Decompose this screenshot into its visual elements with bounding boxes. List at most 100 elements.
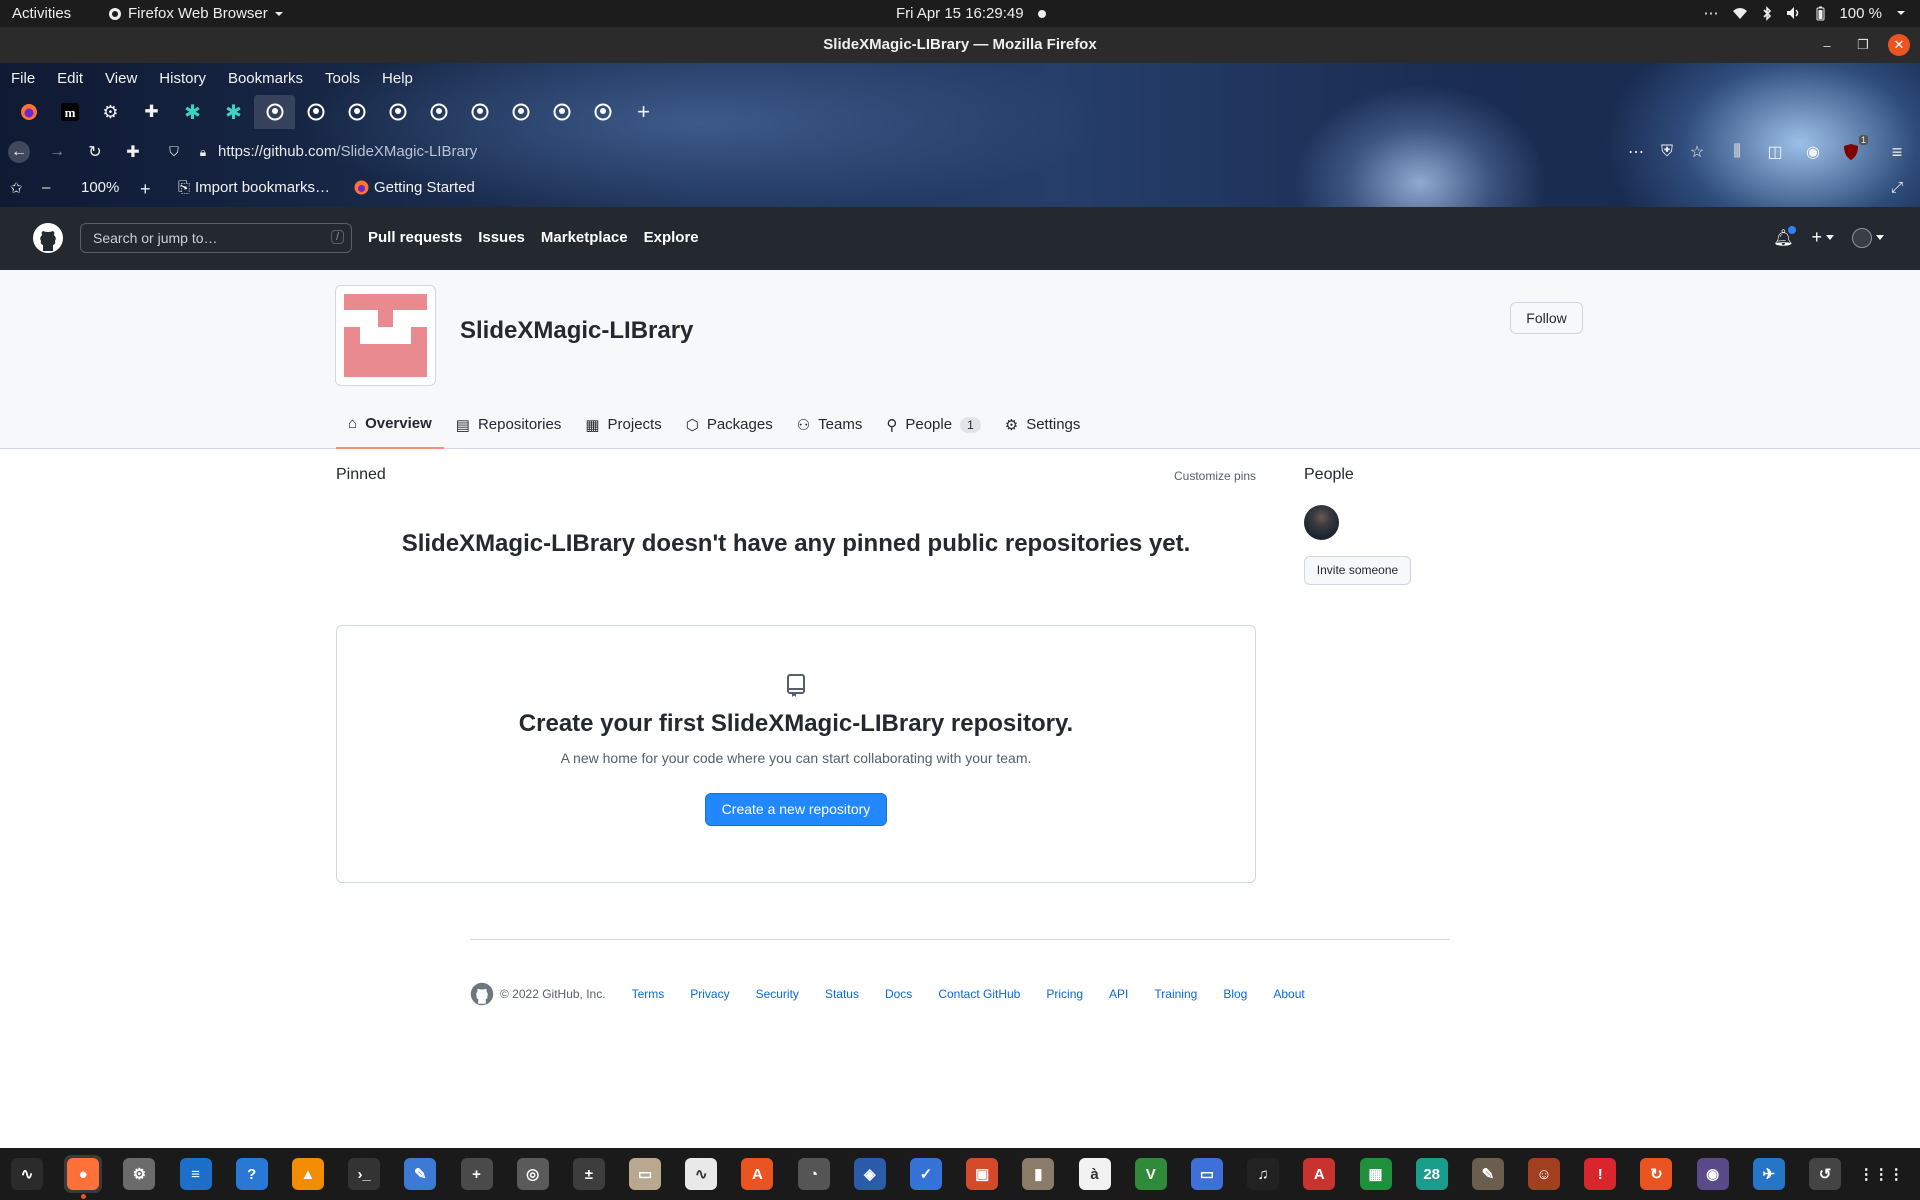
dock-text-editor-icon[interactable]: ✎ <box>401 1155 439 1193</box>
reload-button[interactable]: ↻ <box>84 141 106 163</box>
dock-music-icon[interactable]: ♫ <box>1244 1155 1282 1193</box>
account-icon[interactable]: ◉ <box>1802 141 1824 163</box>
forward-button[interactable]: → <box>46 141 68 163</box>
dock-tasks-icon[interactable]: ✓ <box>907 1155 945 1193</box>
nav-pull-requests[interactable]: Pull requests <box>368 229 462 246</box>
dock-calculator-icon[interactable]: ± <box>570 1155 608 1193</box>
dock-add-document-icon[interactable]: + <box>458 1155 496 1193</box>
dock-disk-usage-icon[interactable]: ◔ <box>795 1155 833 1193</box>
dock-scan-icon[interactable]: ◈ <box>851 1155 889 1193</box>
dock-firefox-icon[interactable]: ● <box>64 1155 103 1199</box>
notifications-bell-icon[interactable]: 🔔︎ <box>1773 225 1797 248</box>
tab-github[interactable] <box>500 95 541 129</box>
getting-started-link[interactable]: Getting Started <box>354 179 475 196</box>
footer-link[interactable]: Contact GitHub <box>938 987 1020 1001</box>
dock-screenshot-icon[interactable]: ◉ <box>1694 1155 1732 1193</box>
pocket-icon[interactable]: ⛨ <box>1656 141 1678 163</box>
github-mark-icon[interactable]: © 2022 GitHub, Inc. <box>470 982 606 1006</box>
dock-help-icon[interactable]: ? <box>233 1155 271 1193</box>
tab-github[interactable] <box>336 95 377 129</box>
menu-view[interactable]: View <box>94 70 148 87</box>
dock-gimp-icon[interactable]: ✎ <box>1469 1155 1507 1193</box>
system-tray[interactable]: ⋯ 100 % <box>1703 4 1906 22</box>
dock-software-updater-icon[interactable]: ↺ <box>1806 1155 1844 1193</box>
tab-settings[interactable]: ⚙ Settings <box>993 400 1093 449</box>
tab-github[interactable] <box>295 95 336 129</box>
new-tab-button[interactable]: + <box>623 95 664 129</box>
dock-spreadsheet-icon[interactable]: ▦ <box>1357 1155 1395 1193</box>
tab-teal-2[interactable]: ✱ <box>213 95 254 129</box>
user-menu[interactable] <box>1852 227 1884 248</box>
url-bar[interactable]: https://github.com/SlideXMagic-LIBrary <box>218 143 477 160</box>
tab-github-active[interactable] <box>254 95 295 129</box>
dock-image-viewer-icon[interactable]: ◎ <box>514 1155 552 1193</box>
tab-teams[interactable]: ⚇ Teams <box>785 400 875 449</box>
dock-vlc-icon[interactable]: ▲ <box>289 1155 327 1193</box>
dock-game-icon[interactable]: ☺ <box>1525 1155 1563 1193</box>
dock-system-monitor-icon[interactable]: ∿ <box>8 1155 46 1193</box>
dock-character-map-icon[interactable]: à <box>1076 1155 1114 1193</box>
menu-file[interactable]: File <box>0 70 46 87</box>
dock-graph-icon[interactable]: ∿ <box>682 1155 720 1193</box>
create-repository-button[interactable]: Create a new repository <box>705 793 887 826</box>
ublock-icon[interactable]: 1 <box>1840 135 1868 163</box>
import-bookmarks-link[interactable]: ⎘ Import bookmarks… <box>178 179 330 196</box>
page-actions-icon[interactable]: ⋯ <box>1625 141 1647 163</box>
zoom-level[interactable]: 100% <box>81 179 119 196</box>
library-icon[interactable]: ⫼ <box>1726 141 1748 163</box>
nav-issues[interactable]: Issues <box>478 229 525 246</box>
tab-github[interactable] <box>459 95 500 129</box>
tab-github[interactable] <box>377 95 418 129</box>
nav-explore[interactable]: Explore <box>644 229 699 246</box>
zoom-out-button[interactable]: – <box>42 179 50 196</box>
dock-app-grid-icon[interactable]: ⋮⋮⋮ <box>1859 1155 1904 1193</box>
fullscreen-button[interactable]: ⤢ <box>1891 179 1903 196</box>
member-avatar[interactable] <box>1304 505 1339 540</box>
tab-repositories[interactable]: ▤ Repositories <box>444 400 574 449</box>
dock-calendar-icon[interactable]: 28 <box>1413 1155 1451 1193</box>
dock-settings-icon[interactable]: ⚙ <box>120 1155 158 1193</box>
menu-history[interactable]: History <box>148 70 217 87</box>
invite-someone-button[interactable]: Invite someone <box>1304 556 1411 585</box>
customize-pins-link[interactable]: Customize pins <box>1174 469 1256 483</box>
minimize-icon[interactable]: – <box>1816 34 1838 56</box>
dock-files-icon[interactable]: ▭ <box>626 1155 664 1193</box>
dock-terminal-icon[interactable]: ›_ <box>345 1155 383 1193</box>
footer-link[interactable]: Privacy <box>690 987 729 1001</box>
zoom-in-button[interactable]: + <box>140 179 151 200</box>
tab-github[interactable] <box>418 95 459 129</box>
dock-update-icon[interactable]: ↻ <box>1637 1155 1675 1193</box>
tab-addons[interactable]: ✚ <box>131 95 172 129</box>
clock[interactable]: Fri Apr 15 16:29:49 <box>896 5 1046 22</box>
tab-overview[interactable]: ⌂ Overview <box>336 400 444 449</box>
dock-writer-icon[interactable]: ≡ <box>177 1155 215 1193</box>
back-button[interactable]: ← <box>8 141 30 163</box>
tab-github[interactable] <box>582 95 623 129</box>
tab-medium[interactable]: m <box>49 95 90 129</box>
maximize-icon[interactable]: ❐ <box>1852 34 1874 56</box>
bookmark-star-button[interactable]: ✩ <box>10 179 23 197</box>
footer-link[interactable]: Training <box>1154 987 1197 1001</box>
footer-link[interactable]: Docs <box>885 987 912 1001</box>
tab-packages[interactable]: ⬡ Packages <box>674 400 785 449</box>
menu-help[interactable]: Help <box>371 70 424 87</box>
footer-link[interactable]: API <box>1109 987 1128 1001</box>
tab-firefox[interactable] <box>8 95 49 129</box>
star-icon[interactable]: ☆ <box>1686 141 1708 163</box>
menu-bookmarks[interactable]: Bookmarks <box>217 70 314 87</box>
tab-github[interactable] <box>541 95 582 129</box>
activities-button[interactable]: Activities <box>12 5 71 22</box>
footer-link[interactable]: Blog <box>1223 987 1247 1001</box>
tracking-protection-icon[interactable]: ⛉ <box>163 141 185 163</box>
hamburger-menu-icon[interactable]: ≡ <box>1886 141 1908 163</box>
footer-link[interactable]: Status <box>825 987 859 1001</box>
search-input[interactable]: Search or jump to… / <box>80 223 352 253</box>
app-menu[interactable]: Firefox Web Browser <box>108 5 284 22</box>
dock-archive-icon[interactable]: ▮ <box>1019 1155 1057 1193</box>
close-icon[interactable]: ✕ <box>1888 34 1910 56</box>
tab-projects[interactable]: ▦ Projects <box>573 400 673 449</box>
dock-presentation-icon[interactable]: ▣ <box>963 1155 1001 1193</box>
tab-teal-1[interactable]: ✱ <box>172 95 213 129</box>
dock-pdf-icon[interactable]: A <box>1300 1155 1338 1193</box>
github-logo-icon[interactable] <box>32 222 64 254</box>
